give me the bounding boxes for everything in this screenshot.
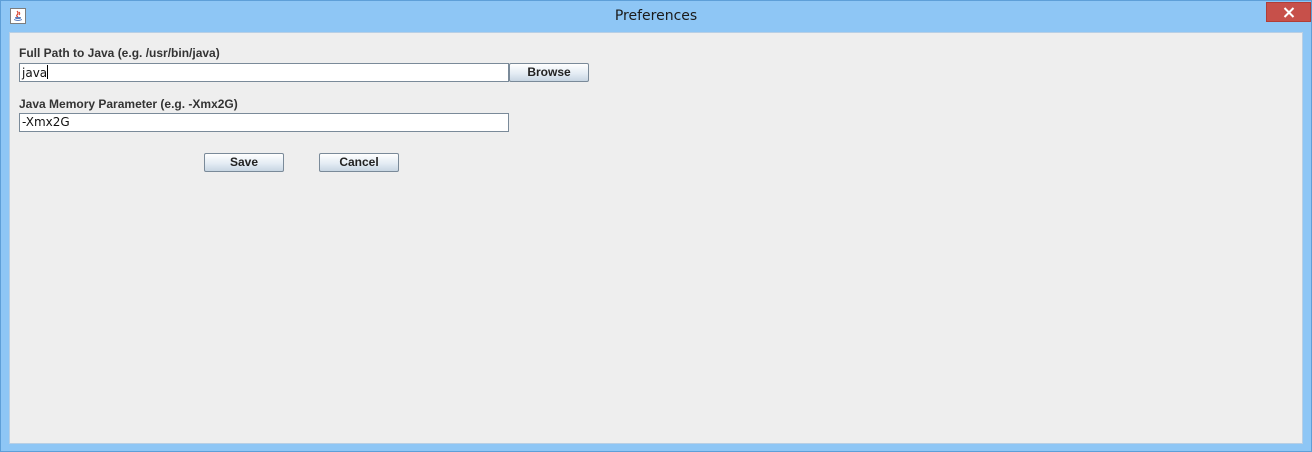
close-button[interactable]	[1266, 2, 1311, 22]
preferences-panel: Full Path to Java (e.g. /usr/bin/java) j…	[9, 32, 1303, 444]
java-path-field[interactable]: java	[19, 63, 509, 82]
java-path-label: Full Path to Java (e.g. /usr/bin/java)	[19, 46, 220, 60]
text-caret	[47, 65, 49, 79]
window-title: Preferences	[614, 8, 698, 24]
close-icon	[1283, 7, 1295, 18]
java-memory-label: Java Memory Parameter (e.g. -Xmx2G)	[19, 97, 238, 111]
save-button[interactable]: Save	[204, 153, 284, 172]
preferences-window: Preferences Full Path to Java (e.g. /usr…	[0, 0, 1312, 452]
title-bar[interactable]: Preferences	[1, 1, 1311, 31]
cancel-button[interactable]: Cancel	[319, 153, 399, 172]
browse-button[interactable]: Browse	[509, 63, 589, 82]
java-path-value: java	[22, 66, 48, 80]
java-memory-field[interactable]: -Xmx2G	[19, 113, 509, 132]
